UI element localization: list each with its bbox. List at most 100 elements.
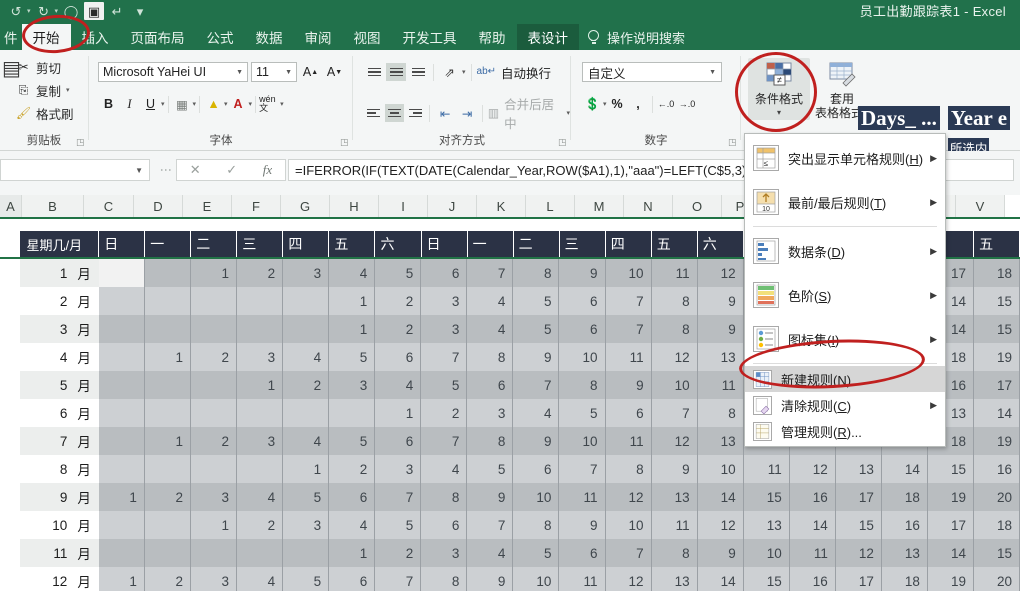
formula-bar-grip[interactable]: ⋮ bbox=[159, 164, 173, 177]
table-cell[interactable]: 10 bbox=[606, 259, 652, 287]
menu-item-data-bars[interactable]: 数据条(D)▶ bbox=[745, 229, 945, 273]
table-cell[interactable]: 7 bbox=[467, 511, 513, 539]
table-cell[interactable] bbox=[191, 315, 237, 343]
table-cell[interactable]: 9 bbox=[513, 343, 559, 371]
tab-file[interactable]: 件 bbox=[0, 24, 22, 50]
table-cell[interactable]: 13 bbox=[836, 455, 882, 483]
tab-review[interactable]: 审阅 bbox=[294, 24, 343, 50]
table-cell[interactable]: 1 bbox=[145, 343, 191, 371]
table-cell[interactable]: 1 bbox=[329, 315, 375, 343]
table-cell[interactable] bbox=[283, 287, 329, 315]
customize-qat-icon[interactable]: ▾ bbox=[130, 2, 150, 20]
table-header-day[interactable]: 三 bbox=[560, 231, 606, 257]
table-cell[interactable]: 9 bbox=[559, 259, 605, 287]
table-cell[interactable]: 4 bbox=[375, 371, 421, 399]
table-cell[interactable]: 4 bbox=[237, 567, 283, 591]
table-cell[interactable] bbox=[99, 511, 145, 539]
table-cell[interactable]: 6 bbox=[606, 399, 652, 427]
table-header-day[interactable]: 四 bbox=[283, 231, 329, 257]
table-cell[interactable]: 6 bbox=[467, 371, 513, 399]
table-cell[interactable]: 14 bbox=[698, 483, 744, 511]
table-cell[interactable]: 1 bbox=[329, 539, 375, 567]
table-cell[interactable]: 18 bbox=[882, 483, 928, 511]
paste-icon[interactable]: ▤ bbox=[2, 56, 16, 96]
table-cell[interactable]: 4 bbox=[237, 483, 283, 511]
table-cell[interactable]: 8 bbox=[421, 567, 467, 591]
table-cell[interactable]: 11 bbox=[606, 427, 652, 455]
table-cell[interactable] bbox=[283, 399, 329, 427]
align-center-icon[interactable] bbox=[385, 104, 404, 122]
table-cell[interactable]: 14 bbox=[698, 567, 744, 591]
table-cell[interactable] bbox=[99, 455, 145, 483]
cut-button[interactable]: ✂ 剪切 bbox=[16, 57, 74, 77]
insert-function-icon[interactable]: fx bbox=[263, 162, 272, 178]
table-cell[interactable]: 20 bbox=[974, 483, 1020, 511]
table-cell[interactable]: 11 bbox=[698, 371, 744, 399]
table-cell[interactable]: 8 bbox=[698, 399, 744, 427]
font-size-input[interactable]: 11 ▼ bbox=[251, 62, 297, 82]
table-cell[interactable]: 4 bbox=[467, 287, 513, 315]
tab-developer[interactable]: 开发工具 bbox=[392, 24, 468, 50]
table-cell[interactable]: 6 bbox=[421, 259, 467, 287]
table-cell[interactable]: 3 bbox=[375, 455, 421, 483]
table-cell[interactable]: 11 bbox=[744, 455, 790, 483]
font-color-button[interactable]: A bbox=[228, 94, 249, 114]
increase-decimal-icon[interactable]: ←.0 bbox=[656, 94, 677, 114]
table-cell[interactable]: 5 bbox=[283, 567, 329, 591]
table-cell[interactable]: 12 bbox=[652, 427, 698, 455]
font-dialog-launcher[interactable]: ◳ bbox=[340, 138, 349, 147]
table-header-day[interactable]: 六 bbox=[375, 231, 421, 257]
borders-dropdown-icon[interactable]: ▾ bbox=[193, 100, 197, 108]
table-cell[interactable]: 2 bbox=[237, 511, 283, 539]
table-header-day[interactable]: 二 bbox=[514, 231, 560, 257]
table-header-corner[interactable]: 星期几/月 bbox=[20, 231, 99, 257]
table-cell[interactable]: 6 bbox=[513, 455, 559, 483]
fill-color-button[interactable]: ▲ bbox=[203, 94, 224, 114]
table-cell[interactable]: 15 bbox=[974, 287, 1020, 315]
table-cell[interactable]: 6 bbox=[329, 567, 375, 591]
name-box-dropdown-icon[interactable]: ▼ bbox=[135, 166, 143, 175]
table-cell[interactable] bbox=[99, 343, 145, 371]
table-cell[interactable] bbox=[191, 371, 237, 399]
name-box[interactable]: ▼ bbox=[0, 159, 150, 181]
phonetic-dropdown-icon[interactable]: ▾ bbox=[280, 100, 284, 108]
font-name-input[interactable]: Microsoft YaHei UI ▼ bbox=[98, 62, 248, 82]
table-cell[interactable] bbox=[191, 399, 237, 427]
percent-style-button[interactable]: % bbox=[607, 94, 628, 114]
table-cell[interactable]: 16 bbox=[974, 455, 1020, 483]
table-cell[interactable]: 19 bbox=[974, 427, 1020, 455]
number-format-dropdown-icon[interactable]: ▼ bbox=[709, 69, 716, 76]
table-row-label[interactable]: 6月 bbox=[20, 399, 98, 427]
table-cell[interactable]: 5 bbox=[513, 315, 559, 343]
table-row-label[interactable]: 4月 bbox=[20, 343, 98, 371]
table-cell[interactable]: 7 bbox=[375, 483, 421, 511]
table-cell[interactable]: 6 bbox=[559, 315, 605, 343]
table-cell[interactable] bbox=[99, 287, 145, 315]
column-header-a[interactable]: A bbox=[0, 195, 22, 217]
table-cell[interactable]: 7 bbox=[467, 259, 513, 287]
table-row-label[interactable]: 12月 bbox=[20, 567, 98, 591]
table-cell[interactable]: 13 bbox=[698, 427, 744, 455]
column-header-b[interactable]: B bbox=[22, 195, 84, 217]
bold-button[interactable]: B bbox=[98, 94, 119, 114]
number-dialog-launcher[interactable]: ◳ bbox=[728, 138, 737, 147]
table-cell[interactable]: 1 bbox=[99, 483, 145, 511]
table-header-day[interactable]: 六 bbox=[698, 231, 744, 257]
table-cell[interactable]: 10 bbox=[559, 427, 605, 455]
enter-formula-icon[interactable]: ✓ bbox=[226, 162, 237, 178]
tab-view[interactable]: 视图 bbox=[343, 24, 392, 50]
table-cell[interactable]: 2 bbox=[375, 539, 421, 567]
table-cell[interactable]: 7 bbox=[513, 371, 559, 399]
column-header-g[interactable]: G bbox=[281, 195, 330, 217]
conditional-formatting-dropdown-icon[interactable]: ▾ bbox=[748, 106, 810, 120]
font-size-dropdown-icon[interactable]: ▼ bbox=[285, 69, 292, 76]
table-cell[interactable]: 18 bbox=[882, 567, 928, 591]
table-cell[interactable]: 12 bbox=[606, 567, 652, 591]
increase-indent-icon[interactable]: ⇥ bbox=[457, 103, 477, 123]
copy-dropdown-icon[interactable]: ▾ bbox=[66, 86, 70, 94]
table-row-label[interactable]: 10月 bbox=[20, 511, 98, 539]
table-cell[interactable]: 10 bbox=[698, 455, 744, 483]
column-header-m[interactable]: M bbox=[575, 195, 624, 217]
table-cell[interactable]: 17 bbox=[928, 511, 974, 539]
table-cell[interactable]: 11 bbox=[606, 343, 652, 371]
